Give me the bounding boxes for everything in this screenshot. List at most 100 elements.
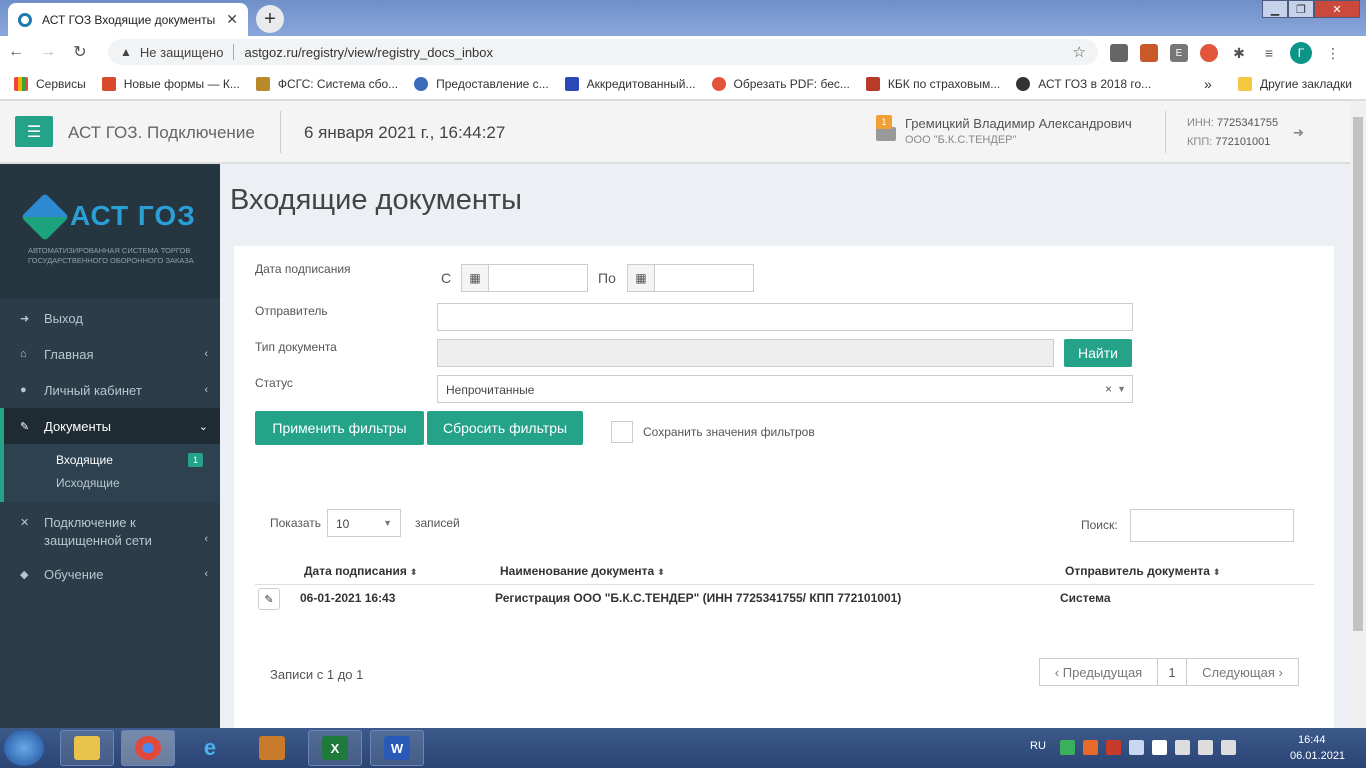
bookmark-item[interactable]: АСТ ГОЗ в 2018 го... [1016,76,1151,91]
extension-icon[interactable] [1140,44,1158,62]
save-filters-label: Сохранить значения фильтров [643,425,815,439]
forward-icon[interactable]: → [32,43,64,61]
bookmark-item[interactable]: КБК по страховым... [865,76,1000,91]
browser-tabbar: АСТ ГОЗ Входящие документы ✕ + ▁ ❐ ✕ [0,0,1366,36]
puzzle-icon[interactable]: ✱ [1230,44,1248,62]
bookmark-item[interactable]: Сервисы [14,76,86,91]
volume-icon[interactable] [1221,740,1236,755]
network-icon[interactable] [1198,740,1213,755]
apply-filters-button[interactable]: Применить фильтры [255,411,424,445]
column-header-date[interactable]: Дата подписания ⬍ [304,564,417,578]
calendar-icon[interactable]: ▦ [627,264,655,292]
doctype-input[interactable] [437,339,1054,367]
logo-mark-icon [20,192,70,242]
status-select[interactable]: Непрочитанные × ▼ [437,375,1133,403]
sidebar-item-documents[interactable]: ✎ Документы ⌄ [0,408,220,444]
more-menu-icon[interactable]: ⋮ [1324,44,1342,62]
sidebar-item-cabinet[interactable]: ● Личный кабинет ‹ [0,372,220,408]
tab-close-icon[interactable]: ✕ [226,11,238,28]
sidebar-item-logout[interactable]: ➜ Выход [0,300,220,336]
sidebar-item-home[interactable]: ⌂ Главная ‹ [0,336,220,372]
taskbar-excel[interactable]: X [308,730,362,766]
app-icon [259,736,285,760]
tray-icon[interactable] [1083,740,1098,755]
extension-icon[interactable] [1110,44,1128,62]
column-header-name[interactable]: Наименование документа ⬍ [500,564,665,578]
clock-time[interactable]: 16:44 [1298,734,1326,746]
bookmark-favicon-icon [711,76,726,91]
window-close-button[interactable]: ✕ [1314,0,1360,18]
browser-toolbar: ← → ↻ ▲ Не защищено astgoz.ru/registry/v… [0,36,1366,68]
find-button[interactable]: Найти [1064,339,1132,367]
taskbar-ie[interactable]: e [183,730,237,766]
taskbar-app[interactable] [245,730,299,766]
window-maximize-button[interactable]: ❐ [1288,0,1314,18]
bookmark-star-icon[interactable]: ☆ [1073,43,1086,61]
clear-icon[interactable]: × [1105,382,1112,396]
taskbar-chrome[interactable] [121,730,175,766]
url-text[interactable]: astgoz.ru/registry/view/registry_docs_in… [244,45,1072,60]
flag-icon[interactable] [1152,740,1167,755]
taskbar-word[interactable]: W [370,730,424,766]
sender-input[interactable] [437,303,1133,331]
tray-icon[interactable] [1106,740,1121,755]
logout-icon[interactable]: ➜ [1293,125,1304,141]
date-to-input[interactable] [654,264,754,292]
chevron-left-icon: ‹ [204,384,208,396]
start-button[interactable] [4,730,44,766]
ie-icon: e [203,735,217,760]
windows-taskbar: e X W RU 16:44 06.01.2021 [0,728,1366,768]
bookmark-item[interactable]: Новые формы — К... [101,76,240,91]
column-header-sender[interactable]: Отправитель документа ⬍ [1065,564,1220,578]
playlist-icon[interactable]: ≡ [1260,44,1278,62]
back-icon[interactable]: ← [0,43,32,61]
taskbar-explorer[interactable] [60,730,114,766]
bookmark-item[interactable]: Аккредитованный... [564,76,696,91]
clock-date[interactable]: 06.01.2021 [1290,750,1345,762]
extension-icon[interactable] [1200,44,1218,62]
prev-page-button[interactable]: ‹ Предыдущая [1039,658,1158,686]
save-filters-checkbox[interactable] [611,421,633,443]
tray-icon[interactable] [1129,740,1144,755]
bookmarks-more-icon[interactable]: » [1204,76,1212,92]
sidebar-subitem-inbox[interactable]: Входящие 1 [4,448,220,471]
window-minimize-button[interactable]: ▁ [1262,0,1288,18]
other-bookmarks[interactable]: Другие закладки [1238,76,1352,91]
page-scrollbar[interactable] [1350,101,1366,728]
next-page-button[interactable]: Следующая › [1186,658,1299,686]
warning-icon[interactable]: ▲ [120,45,132,59]
bookmark-item[interactable]: ФСГС: Система сбо... [255,76,398,91]
page-button-1[interactable]: 1 [1157,658,1187,686]
app-title: АСТ ГОЗ. Подключение [68,123,255,142]
address-bar[interactable]: ▲ Не защищено astgoz.ru/registry/view/re… [108,39,1098,65]
tray-icon[interactable] [1060,740,1075,755]
header-divider [280,111,281,153]
profile-avatar[interactable]: Г [1290,42,1312,64]
table-search-input[interactable] [1130,509,1294,542]
notification-badge[interactable]: 1 [876,115,892,129]
bookmark-item[interactable]: Предоставление с... [414,76,549,91]
bookmark-item[interactable]: Обрезать PDF: бес... [711,76,850,91]
extension-icon[interactable]: E [1170,44,1188,62]
date-from-input[interactable] [488,264,588,292]
tray-icon[interactable] [1175,740,1190,755]
security-status[interactable]: Не защищено [140,45,224,60]
sidebar-subitem-outbox[interactable]: Исходящие [4,471,220,494]
reset-filters-button[interactable]: Сбросить фильтры [427,411,583,445]
sidebar-item-secure-network[interactable]: ✕ Подключение к защищенной сети ‹ [0,508,220,556]
logo-subtitle: Автоматизированная система торгов госуда… [28,246,194,265]
calendar-icon[interactable]: ▦ [461,264,489,292]
row-sender: Система [1060,591,1111,605]
page-size-select[interactable]: 10 ▼ [327,509,401,537]
browser-tab[interactable]: АСТ ГОЗ Входящие документы ✕ [8,3,248,36]
sidebar-item-training[interactable]: ◆ Обучение ‹ [0,556,220,592]
envelope-icon[interactable] [876,127,896,141]
language-indicator[interactable]: RU [1030,740,1046,752]
reload-icon[interactable]: ↻ [64,42,96,62]
caret-down-icon[interactable]: ▼ [1117,384,1126,394]
row-document-name[interactable]: Регистрация ООО "Б.К.С.ТЕНДЕР" (ИНН 7725… [495,591,901,605]
scrollbar-thumb[interactable] [1353,117,1363,631]
new-tab-button[interactable]: + [256,5,284,33]
menu-toggle-button[interactable]: ☰ [15,116,53,147]
edit-icon[interactable]: ✎ [258,588,280,610]
